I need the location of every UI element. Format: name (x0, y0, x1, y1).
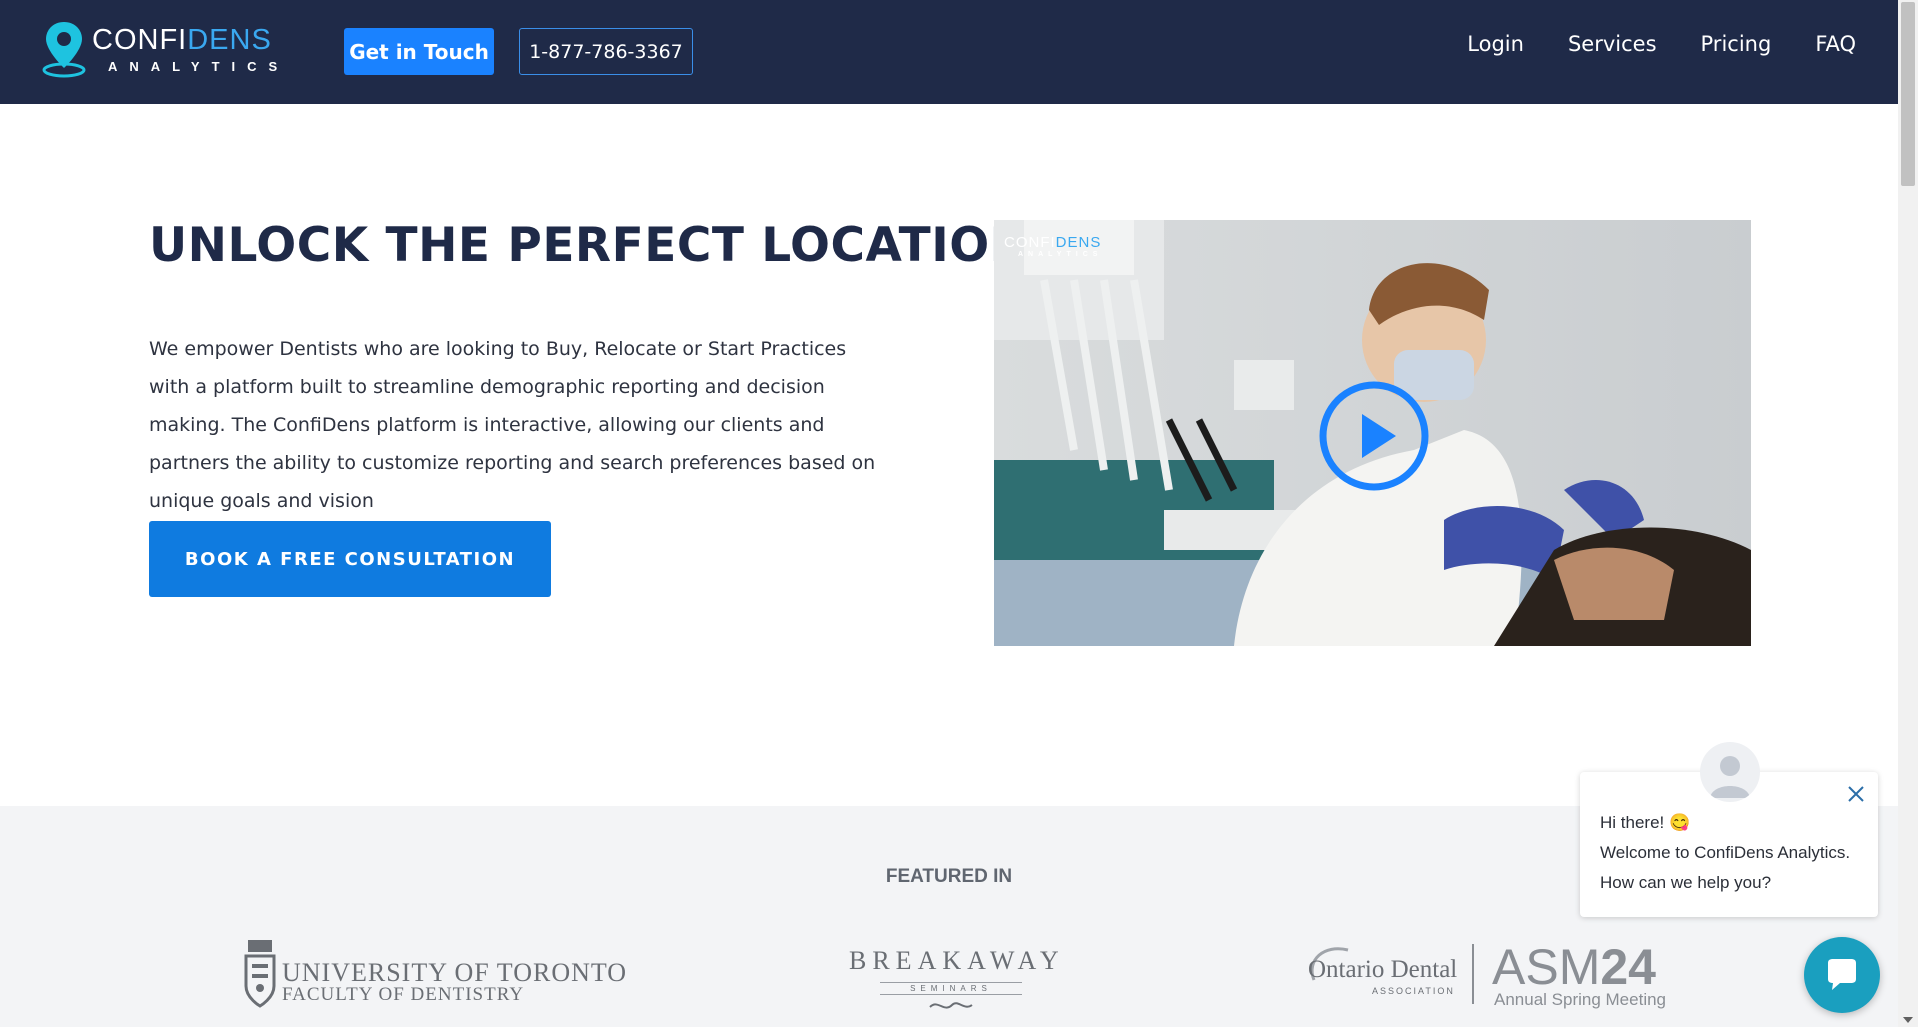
chat-welcome: Welcome to ConfiDens Analytics. (1600, 843, 1851, 862)
play-icon[interactable] (1318, 380, 1430, 492)
get-in-touch-button[interactable]: Get in Touch (344, 28, 494, 75)
book-consultation-button[interactable]: BOOK A FREE CONSULTATION (149, 521, 551, 597)
chat-launcher-button[interactable] (1804, 937, 1880, 1013)
main-nav: Login Services Pricing FAQ (1467, 32, 1856, 56)
nav-services[interactable]: Services (1568, 32, 1657, 56)
site-header: CONFIDENS ANALYTICS Get in Touch 1-877-7… (0, 0, 1898, 104)
video-watermark-logo: CONFIDENS ANALYTICS (1004, 234, 1103, 258)
chat-bubble-icon (1828, 959, 1856, 990)
ontario-dental-asm24-logo: Ontario Dental ASSOCIATION ASM24 Annual … (1304, 936, 1674, 1016)
scrollbar-thumb[interactable] (1901, 2, 1915, 186)
intro-video[interactable]: CONFIDENS ANALYTICS (994, 220, 1751, 646)
nav-pricing[interactable]: Pricing (1701, 32, 1772, 56)
close-icon[interactable] (1846, 784, 1866, 804)
breakaway-seminars-logo: BREAKAWAY SEMINARS (849, 946, 1059, 1016)
chat-agent-avatar (1700, 742, 1760, 802)
hero-description: We empower Dentists who are looking to B… (149, 338, 876, 512)
confidens-logo[interactable]: CONFIDENS ANALYTICS (40, 20, 300, 80)
logo-subtitle: ANALYTICS (108, 59, 290, 74)
uoft-crest-icon (244, 940, 276, 1008)
wave-icon (929, 1002, 973, 1009)
chat-message: Hi there! 😋 Welcome to ConfiDens Analyti… (1600, 808, 1870, 898)
logo-wordmark: CONFIDENS (92, 24, 272, 56)
phone-button[interactable]: 1-877-786-3367 (519, 28, 693, 75)
chat-greeting: Hi there! 😋 (1600, 813, 1691, 832)
hero-title: UNLOCK THE PERFECT LOCATION (149, 218, 1030, 273)
nav-faq[interactable]: FAQ (1815, 32, 1856, 56)
logo-divider (1472, 944, 1474, 1004)
location-pin-icon (42, 22, 86, 78)
nav-login[interactable]: Login (1467, 32, 1524, 56)
uoft-dentistry-logo: UNIVERSITY OF TORONTO FACULTY OF DENTIST… (242, 934, 626, 1014)
chat-question: How can we help you? (1600, 873, 1772, 892)
scroll-down-arrow-icon[interactable] (1903, 1017, 1913, 1023)
user-avatar-icon (1710, 756, 1750, 798)
page-scrollbar[interactable] (1898, 0, 1918, 1027)
